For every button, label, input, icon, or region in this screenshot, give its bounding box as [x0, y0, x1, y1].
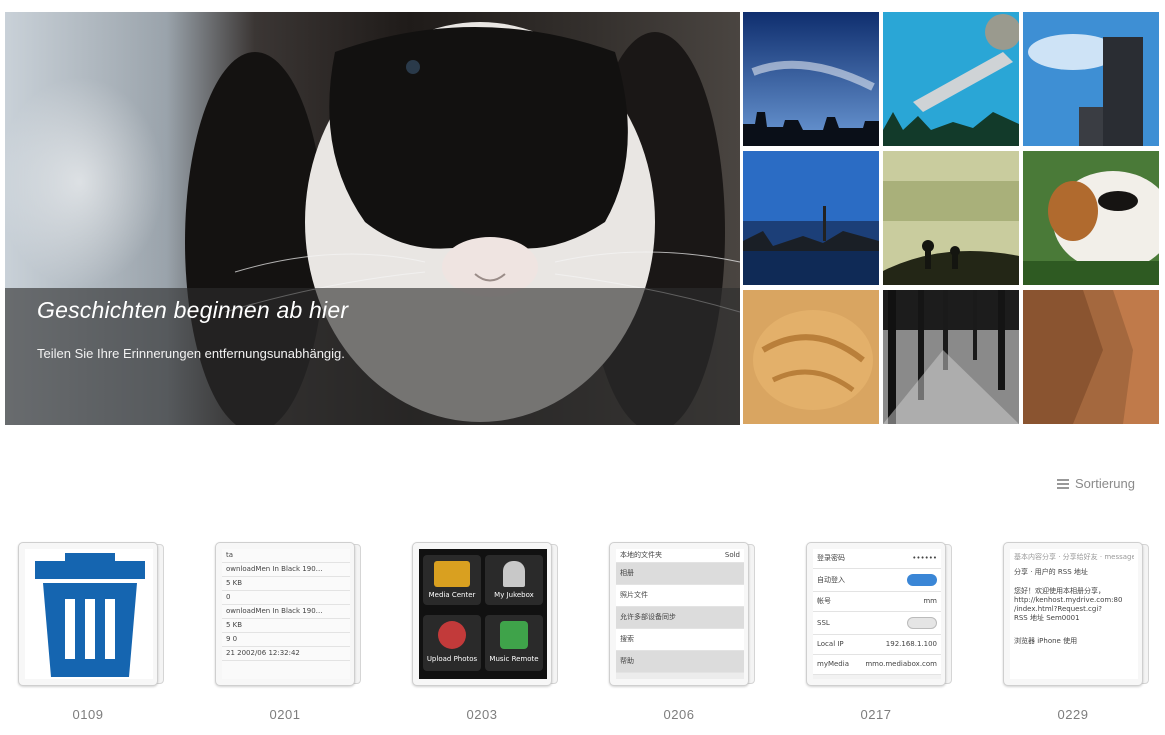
- upload-photos-icon: [438, 621, 466, 649]
- album-0217[interactable]: 登录密码 •••••• 自动登入 帐号 mm SSL Local IP 192.168…: [806, 540, 954, 730]
- album-0206[interactable]: 本地的文件夹 Sold 相册 照片文件 允许多部设备同步 搜索 帮助 0206: [609, 540, 757, 730]
- album-label: 0203: [466, 707, 498, 722]
- photo-grid: [743, 12, 1160, 425]
- album-0109[interactable]: 0109: [18, 540, 166, 730]
- photo-tile-rock-cliff[interactable]: [1023, 290, 1159, 424]
- album-0203[interactable]: Media Center My Jukebox Upload Photos Mu…: [412, 540, 560, 730]
- album-label: 0217: [860, 707, 892, 722]
- hero-title: Geschichten beginnen ab hier: [37, 297, 349, 323]
- sort-label: Sortierung: [1075, 476, 1135, 491]
- album-label: 0206: [663, 707, 695, 722]
- album-cover: Media Center My Jukebox Upload Photos Mu…: [412, 542, 552, 686]
- photo-tile-tree-avenue[interactable]: [883, 290, 1019, 424]
- album-label: 0229: [1057, 707, 1089, 722]
- album-0229[interactable]: 基本内容分享 · 分享给好友 · message 分享 · 用户的 RSS 地址…: [1003, 540, 1151, 730]
- photo-tile-guinea-pig[interactable]: [1023, 151, 1159, 285]
- album-label: 0201: [269, 707, 301, 722]
- album-cover: 基本内容分享 · 分享给好友 · message 分享 · 用户的 RSS 地址…: [1003, 542, 1143, 686]
- album-cover: 本地的文件夹 Sold 相册 照片文件 允许多部设备同步 搜索 帮助: [609, 542, 749, 686]
- sort-button[interactable]: Sortierung: [1057, 476, 1135, 491]
- photo-tile-tower[interactable]: [1023, 12, 1159, 146]
- album-cover: ta ownloadMen In Black 190… 5 KB 0 ownlo…: [215, 542, 355, 686]
- toggle-switch: [907, 617, 937, 629]
- hero-subtitle: Teilen Sie Ihre Erinnerungen entfernungs…: [37, 346, 345, 361]
- list-icon: [1057, 478, 1069, 490]
- jukebox-icon: [503, 561, 525, 587]
- music-remote-icon: [500, 621, 528, 649]
- album-label: 0109: [72, 707, 104, 722]
- photo-tile-ufo[interactable]: [883, 12, 1019, 146]
- photo-tile-misty-field[interactable]: [883, 151, 1019, 285]
- photo-tile-sleeping-cat[interactable]: [743, 290, 879, 424]
- photo-tile-sky-city[interactable]: [743, 12, 879, 146]
- toggle-switch: [907, 574, 937, 586]
- hero-banner: [5, 12, 740, 425]
- album-cover: [18, 542, 158, 686]
- photo-tile-harbor[interactable]: [743, 151, 879, 285]
- album-0201[interactable]: ta ownloadMen In Black 190… 5 KB 0 ownlo…: [215, 540, 363, 730]
- album-cover: 登录密码 •••••• 自动登入 帐号 mm SSL Local IP 192.168…: [806, 542, 946, 686]
- trash-icon: [35, 553, 145, 677]
- media-center-icon: [434, 561, 470, 587]
